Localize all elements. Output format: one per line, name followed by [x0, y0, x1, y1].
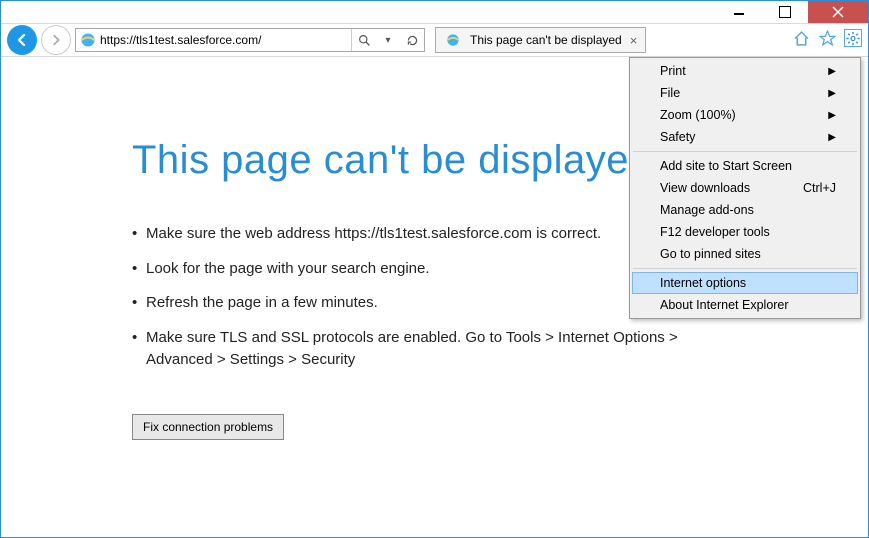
menu-separator — [633, 268, 857, 269]
menu-item-internet-options[interactable]: Internet options — [632, 272, 858, 294]
menu-item-safety[interactable]: Safety▶ — [632, 126, 858, 148]
menu-item-addons[interactable]: Manage add-ons — [632, 199, 858, 221]
refresh-icon[interactable] — [400, 34, 424, 47]
window-minimize-button[interactable] — [716, 1, 762, 23]
menu-separator — [633, 151, 857, 152]
tab-close-icon[interactable]: × — [628, 33, 640, 48]
shortcut-label: Ctrl+J — [803, 181, 836, 195]
menu-item-file[interactable]: File▶ — [632, 82, 858, 104]
chevron-right-icon: ▶ — [828, 66, 836, 77]
menu-item-f12[interactable]: F12 developer tools — [632, 221, 858, 243]
chevron-right-icon: ▶ — [828, 88, 836, 99]
home-icon[interactable] — [792, 29, 810, 47]
menu-item-add-start[interactable]: Add site to Start Screen — [632, 155, 858, 177]
browser-tab[interactable]: This page can't be displayed × — [435, 27, 646, 53]
favorites-icon[interactable] — [818, 29, 836, 47]
gear-icon[interactable] — [844, 29, 862, 47]
window-maximize-button[interactable] — [762, 1, 808, 23]
ie-icon — [446, 33, 460, 47]
menu-item-print[interactable]: Print▶ — [632, 60, 858, 82]
window-titlebar — [1, 1, 868, 23]
chevron-right-icon: ▶ — [828, 132, 836, 143]
menu-item-downloads[interactable]: View downloadsCtrl+J — [632, 177, 858, 199]
forward-button[interactable] — [41, 25, 71, 55]
dropdown-icon[interactable]: ▾ — [376, 35, 400, 46]
address-bar-buttons: ▾ — [351, 29, 424, 51]
menu-item-about[interactable]: About Internet Explorer — [632, 294, 858, 316]
url-input[interactable] — [100, 29, 351, 51]
back-button[interactable] — [7, 25, 37, 55]
fix-connection-button[interactable]: Fix connection problems — [132, 414, 284, 440]
address-bar[interactable]: ▾ — [75, 28, 425, 52]
tab-title: This page can't be displayed — [470, 33, 622, 47]
ie-icon — [80, 32, 96, 48]
window-close-button[interactable] — [808, 1, 868, 23]
menu-item-zoom[interactable]: Zoom (100%)▶ — [632, 104, 858, 126]
menu-item-pinned[interactable]: Go to pinned sites — [632, 243, 858, 265]
search-icon[interactable] — [352, 34, 376, 47]
tools-menu: Print▶ File▶ Zoom (100%)▶ Safety▶ Add si… — [629, 57, 861, 319]
browser-navbar: ▾ This page can't be displayed × — [1, 23, 868, 57]
toolbar-right — [792, 29, 862, 47]
chevron-right-icon: ▶ — [828, 110, 836, 121]
error-tip: Make sure TLS and SSL protocols are enab… — [132, 327, 747, 372]
